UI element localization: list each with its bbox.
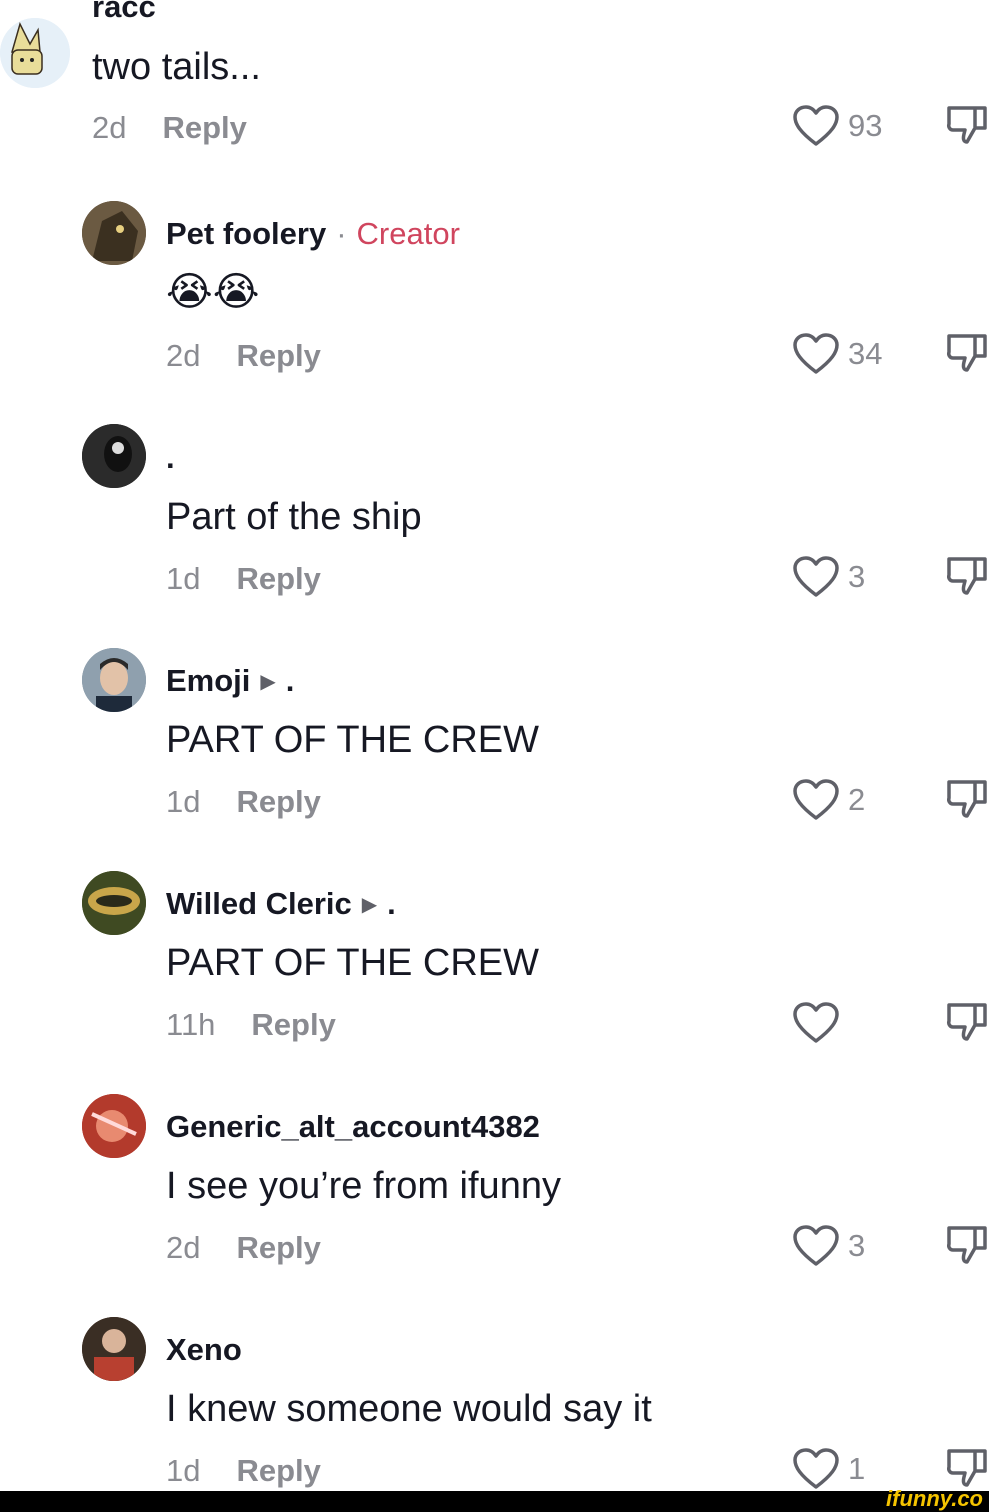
dislike-button[interactable] [945, 1001, 989, 1050]
heart-outline-icon [793, 1225, 839, 1266]
comment-text: 😭😭 [166, 270, 260, 314]
username[interactable]: . [166, 440, 175, 476]
reply-button[interactable]: Reply [236, 338, 320, 373]
timestamp: 1d [166, 1453, 201, 1488]
username[interactable]: Xeno [166, 1332, 242, 1368]
avatar[interactable] [82, 424, 146, 488]
reply-button[interactable]: Reply [236, 1453, 320, 1488]
creator-badge: Creator [356, 216, 460, 251]
reply-button[interactable]: Reply [162, 110, 246, 145]
comment-text: I see you’re from ifunny [166, 1165, 561, 1207]
dislike-button[interactable] [945, 778, 989, 827]
username[interactable]: Emoji ▶ . [166, 663, 294, 699]
like-button[interactable]: 3 [792, 555, 865, 599]
avatar[interactable] [82, 1317, 146, 1381]
thumbs-down-icon [947, 780, 987, 818]
timestamp: 1d [166, 561, 201, 596]
comment-meta: 11h Reply [166, 1007, 336, 1043]
timestamp: 1d [166, 784, 201, 819]
watermark-logo: ifunny.co [886, 1486, 983, 1511]
thumbs-down-icon [947, 1003, 987, 1041]
comment-text: two tails... [92, 46, 261, 88]
like-count: 2 [848, 782, 866, 817]
heart-outline-icon [793, 1448, 839, 1489]
username[interactable]: Pet foolery · Creator [166, 216, 460, 252]
like-button[interactable]: 2 [792, 778, 865, 822]
like-button[interactable]: 93 [792, 104, 882, 148]
heart-outline-icon [793, 779, 839, 820]
avatar[interactable] [82, 201, 146, 265]
reply-target[interactable]: . [286, 663, 295, 699]
username[interactable]: Willed Cleric ▶ . [166, 886, 396, 922]
avatar[interactable] [82, 1094, 146, 1158]
thumbs-down-icon [947, 557, 987, 595]
play-triangle-icon: ▶ [361, 893, 378, 916]
comment-meta: 2d Reply [166, 1230, 321, 1266]
avatar[interactable] [0, 18, 70, 88]
comment-meta: 2d Reply [166, 338, 321, 374]
reply-target[interactable]: . [387, 886, 396, 922]
reply-button[interactable]: Reply [236, 1230, 320, 1265]
avatar[interactable] [82, 648, 146, 712]
timestamp: 2d [92, 110, 127, 145]
like-button[interactable]: 1 [792, 1447, 865, 1491]
timestamp: 11h [166, 1007, 216, 1042]
reply-button[interactable]: Reply [251, 1007, 335, 1042]
timestamp: 2d [166, 1230, 201, 1265]
like-count: 93 [848, 108, 883, 143]
comment-text: I knew someone would say it [166, 1388, 652, 1430]
avatar[interactable] [82, 871, 146, 935]
heart-outline-icon [793, 105, 839, 146]
dislike-button[interactable] [945, 555, 989, 604]
comment-meta: 1d Reply [166, 561, 321, 597]
comment-meta: 1d Reply [166, 784, 321, 820]
username[interactable]: racc [92, 0, 156, 25]
timestamp: 2d [166, 338, 201, 373]
heart-outline-icon [793, 1002, 839, 1043]
comment-text: PART OF THE CREW [166, 942, 540, 984]
play-triangle-icon: ▶ [260, 670, 276, 693]
like-count: 34 [848, 336, 883, 371]
like-count: 3 [848, 1228, 866, 1263]
comment-text: Part of the ship [166, 496, 422, 538]
dislike-button[interactable] [945, 332, 989, 381]
reply-button[interactable]: Reply [236, 784, 320, 819]
watermark-bar [0, 1491, 989, 1512]
like-button[interactable]: 3 [792, 1224, 865, 1268]
comment-meta: 2d Reply [92, 110, 247, 146]
reply-button[interactable]: Reply [236, 561, 320, 596]
dislike-button[interactable] [945, 1224, 989, 1273]
like-button[interactable] [792, 1001, 848, 1045]
dislike-button[interactable] [945, 104, 989, 153]
thumbs-down-icon [947, 1226, 987, 1264]
like-count: 1 [848, 1451, 866, 1486]
like-count: 3 [848, 559, 866, 594]
comment-meta: 1d Reply [166, 1453, 321, 1489]
thumbs-down-icon [947, 1449, 987, 1487]
heart-outline-icon [793, 556, 839, 597]
like-button[interactable]: 34 [792, 332, 882, 376]
username[interactable]: Generic_alt_account4382 [166, 1109, 540, 1145]
thumbs-down-icon [947, 334, 987, 372]
comment-text: PART OF THE CREW [166, 719, 540, 761]
thumbs-down-icon [947, 106, 987, 144]
heart-outline-icon [793, 333, 839, 374]
separator: · [336, 216, 347, 251]
